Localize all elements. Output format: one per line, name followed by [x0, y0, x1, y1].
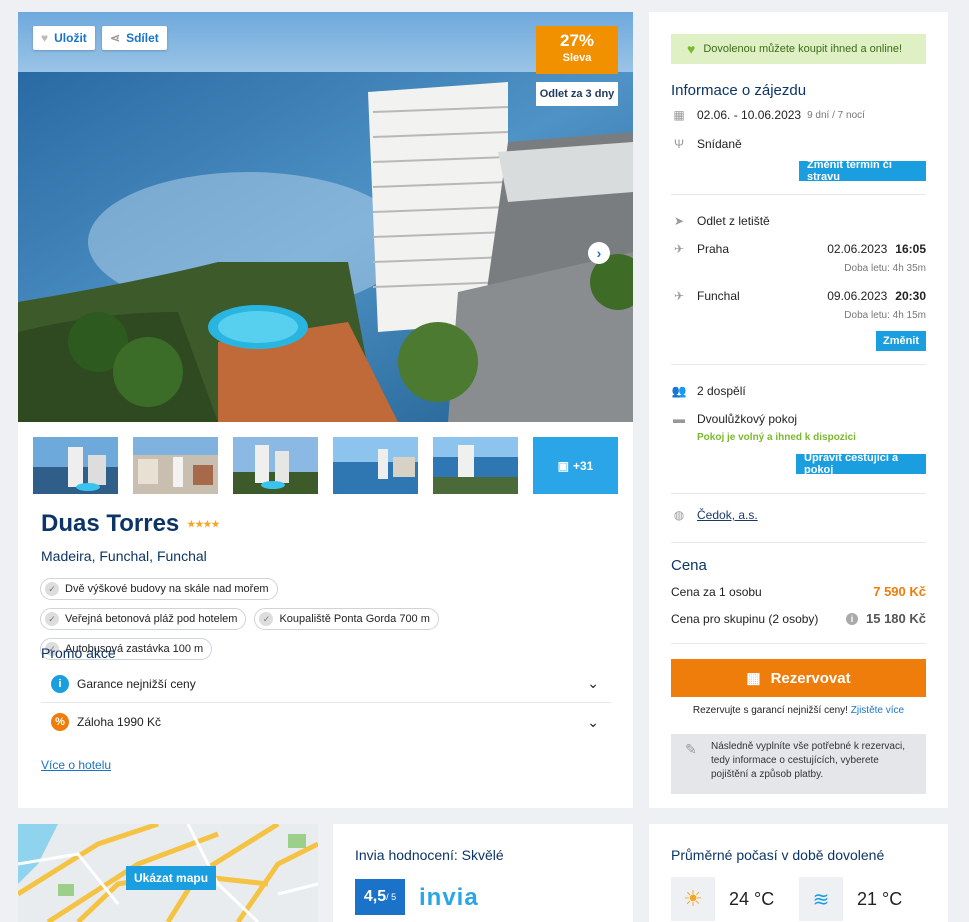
price-group: Cena pro skupinu (2 osoby) i 15 180 Kč [671, 611, 926, 626]
rating-card: Invia hodnocení: Skvělé 4,5/ 5 invia [333, 824, 633, 922]
check-icon: ✓ [45, 612, 59, 626]
share-icon: ⋖ [110, 31, 121, 45]
trip-dates: ▦ 02.06. - 10.06.2023 9 dní / 7 nocí [671, 108, 926, 122]
chevron-right-icon: › [596, 245, 602, 261]
departure-badge: Odlet za 3 dny [536, 82, 618, 106]
feature-tag: ✓ Veřejná betonová pláž pod hotelem [40, 608, 247, 630]
check-icon: ✓ [45, 582, 59, 596]
feature-tag: ✓ Koupaliště Ponta Gorda 700 m [254, 608, 439, 630]
sun-icon: ☀ [671, 877, 715, 921]
thumbnail-image [433, 437, 518, 494]
discount-badge: 27% Sleva [536, 26, 618, 74]
trip-info-card: ♥ Dovolenou můžete koupit ihned a online… [649, 12, 948, 808]
return-duration: Doba letu: 4h 15m [844, 310, 926, 321]
thumbnail-image [333, 437, 418, 494]
divider [671, 493, 926, 494]
price-title: Cena [671, 557, 707, 574]
save-button[interactable]: ♥ Uložit [33, 26, 95, 50]
chevron-down-icon: ⌄ [587, 713, 599, 730]
change-term-button[interactable]: Změnit termín či stravu [799, 159, 926, 183]
promo-item[interactable]: % Záloha 1990 Kč ⌄ [41, 703, 611, 741]
trip-info-title: Informace o zájezdu [671, 82, 807, 99]
info-icon[interactable]: i [846, 612, 858, 625]
show-map-button[interactable]: Ukázat mapu [126, 866, 217, 890]
thumbnail[interactable] [133, 437, 218, 494]
cutlery-icon: Ψ [673, 137, 685, 151]
users-icon: 👥 [671, 384, 687, 398]
water-thermometer-icon: ≋ [799, 877, 843, 921]
heart-icon: ♥ [41, 31, 49, 45]
photo-thumbnails: ▣ +31 [33, 437, 618, 494]
hotel-location: Madeira, Funchal, Funchal [41, 548, 207, 564]
flight-title: ➤ Odlet z letiště [671, 214, 926, 228]
thumbnail[interactable] [233, 437, 318, 494]
pin-icon: ✎ [685, 741, 697, 757]
edit-travellers-button[interactable]: Upravit cestující a pokoj [796, 452, 926, 476]
outbound-flight: ✈ Praha 02.06.2023 16:05 [671, 242, 926, 256]
next-steps-note: ✎ Následně vyplníte vše potřebné k rezer… [671, 734, 926, 794]
check-icon: ✓ [259, 612, 274, 626]
chevron-down-icon: ⌄ [587, 675, 599, 691]
heart-icon: ♥ [687, 41, 696, 57]
board-type: Ψ Snídaně [671, 137, 926, 151]
divider [671, 194, 926, 195]
thumbnail-image [133, 437, 218, 494]
availability-banner: ♥ Dovolenou můžete koupit ihned a online… [671, 34, 926, 64]
learn-more-link[interactable]: Zjistěte více [851, 705, 904, 716]
room-type: ▬ Dvoulůžkový pokoj [673, 412, 798, 426]
thumbnail-image [33, 437, 118, 494]
hotel-title: Duas Torres ★★★★ [41, 510, 220, 538]
thumbnail[interactable] [433, 437, 518, 494]
tour-operator: ◍ Čedok, a.s. [671, 508, 926, 522]
more-photos-button[interactable]: ▣ +31 [533, 437, 618, 494]
calendar-icon: ▦ [673, 108, 685, 122]
hero-photo[interactable]: ♥ Uložit ⋖ Sdílet 27% Sleva Odlet za 3 d… [18, 12, 633, 422]
more-about-hotel-link[interactable]: Více o hotelu [41, 758, 111, 772]
promo-title: Promo akce [41, 645, 116, 661]
divider [671, 364, 926, 365]
rating-score: 4,5/ 5 [355, 879, 405, 915]
weather-title: Průměrné počasí v době dovolené [671, 847, 885, 863]
star-rating: ★★★★ [187, 518, 220, 529]
globe-icon: ◍ [673, 508, 685, 522]
plane-landing-icon: ✈ [673, 289, 685, 303]
hotel-name: Duas Torres [41, 510, 180, 537]
navigation-icon: ➤ [673, 214, 685, 228]
thumbnail[interactable] [333, 437, 418, 494]
info-icon: i [51, 674, 69, 693]
plane-takeoff-icon: ✈ [673, 242, 685, 256]
weather-card: Průměrné počasí v době dovolené ☀ 24 °C … [649, 824, 948, 922]
thumbnail[interactable] [33, 437, 118, 494]
hotel-card: ♥ Uložit ⋖ Sdílet 27% Sleva Odlet za 3 d… [18, 12, 633, 808]
share-button[interactable]: ⋖ Sdílet [102, 26, 167, 50]
operator-link[interactable]: Čedok, a.s. [697, 508, 758, 522]
guarantee-text: Rezervujte s garancí nejnižší ceny! Zjis… [692, 705, 905, 716]
air-temperature: ☀ 24 °C [671, 877, 774, 921]
divider [671, 542, 926, 543]
room-status: Pokoj je volný a ihned k dispozici [697, 432, 856, 443]
travellers: 👥 2 dospělí [671, 384, 746, 398]
price-per-person: Cena za 1 osobu 7 590 Kč [671, 584, 926, 599]
map-card[interactable]: Ukázat mapu [18, 824, 318, 922]
divider [671, 643, 926, 644]
return-flight: ✈ Funchal 09.06.2023 20:30 [671, 289, 926, 303]
water-temperature: ≋ 21 °C [799, 877, 902, 921]
outbound-duration: Doba letu: 4h 35m [844, 263, 926, 274]
thumbnail-image [233, 437, 318, 494]
calendar-icon: ▦ [746, 670, 761, 687]
bed-icon: ▬ [673, 412, 685, 426]
invia-logo: invia [419, 884, 479, 911]
reserve-button[interactable]: ▦ Rezervovat [671, 659, 926, 697]
change-flight-button[interactable]: Změnit [876, 331, 926, 351]
rating-title: Invia hodnocení: Skvělé [355, 847, 504, 863]
gallery-icon: ▣ [557, 458, 569, 473]
promo-item[interactable]: i Garance nejnižší ceny ⌄ [41, 665, 611, 703]
feature-tag: ✓ Dvě výškové budovy na skále nad mořem [40, 578, 278, 600]
next-photo-button[interactable]: › [588, 242, 610, 264]
percent-icon: % [51, 713, 69, 731]
